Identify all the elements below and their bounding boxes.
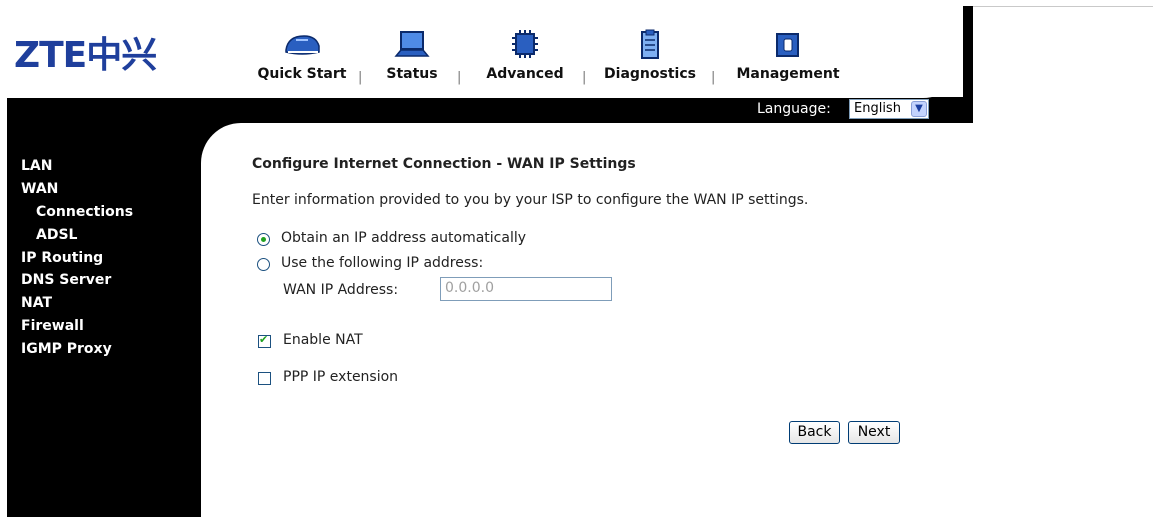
sneaker-icon xyxy=(285,35,320,55)
page-description: Enter information provided to you by you… xyxy=(252,192,809,208)
header-edge xyxy=(963,6,973,98)
sidebar-item-dns-server[interactable]: DNS Server xyxy=(21,272,111,288)
radio-use-following[interactable] xyxy=(257,258,270,271)
clipboard-icon xyxy=(641,29,659,59)
ppp-ip-extension-checkbox[interactable] xyxy=(258,372,271,385)
wan-ip-label: WAN IP Address: xyxy=(283,282,399,298)
language-value: English xyxy=(854,101,901,116)
enable-nat-label: Enable NAT xyxy=(283,332,363,348)
sidebar-item-igmp-proxy[interactable]: IGMP Proxy xyxy=(21,341,112,357)
sidebar-item-adsl[interactable]: ADSL xyxy=(36,227,77,243)
nav-label: Management xyxy=(736,66,840,82)
nav-label: Diagnostics xyxy=(604,66,696,82)
nav-label: Quick Start xyxy=(257,66,347,82)
nav-separator: | xyxy=(358,70,363,85)
nav-management[interactable]: Management xyxy=(733,28,843,82)
nav-label: Status xyxy=(386,66,438,82)
radio-use-following-label: Use the following IP address: xyxy=(281,255,484,271)
page-title: Configure Internet Connection - WAN IP S… xyxy=(252,156,636,172)
laptop-icon xyxy=(394,31,430,57)
language-label: Language: xyxy=(757,101,831,117)
sidebar-item-connections[interactable]: Connections xyxy=(36,204,133,220)
language-select[interactable]: English ▼ xyxy=(849,99,929,119)
chip-icon xyxy=(512,30,538,58)
back-button[interactable]: Back xyxy=(789,421,840,444)
ppp-ip-extension-label: PPP IP extension xyxy=(283,369,399,385)
nav-status[interactable]: Status xyxy=(382,28,442,82)
sidebar-item-firewall[interactable]: Firewall xyxy=(21,318,84,334)
sidebar-item-lan[interactable]: LAN xyxy=(21,158,52,174)
next-button[interactable]: Next xyxy=(848,421,900,444)
nav-advanced[interactable]: Advanced xyxy=(482,28,568,82)
zte-logo: ZTE中兴 xyxy=(14,35,157,76)
nav-quick-start[interactable]: Quick Start xyxy=(254,28,350,82)
radio-obtain-auto[interactable] xyxy=(257,233,270,246)
nav-separator: | xyxy=(457,70,462,85)
sidebar-item-nat[interactable]: NAT xyxy=(21,295,52,311)
nav-separator: | xyxy=(582,70,587,85)
sidebar-item-wan[interactable]: WAN xyxy=(21,181,58,197)
radio-obtain-auto-label: Obtain an IP address automatically xyxy=(281,230,527,246)
chevron-down-icon[interactable]: ▼ xyxy=(911,101,927,117)
folder-icon xyxy=(776,33,799,57)
nav-diagnostics[interactable]: Diagnostics xyxy=(601,28,699,82)
sidebar-item-ip-routing[interactable]: IP Routing xyxy=(21,250,103,266)
wan-ip-input[interactable]: 0.0.0.0 xyxy=(440,277,612,301)
nav-separator: | xyxy=(711,70,716,85)
enable-nat-checkbox[interactable] xyxy=(258,333,271,348)
nav-label: Advanced xyxy=(486,66,564,82)
